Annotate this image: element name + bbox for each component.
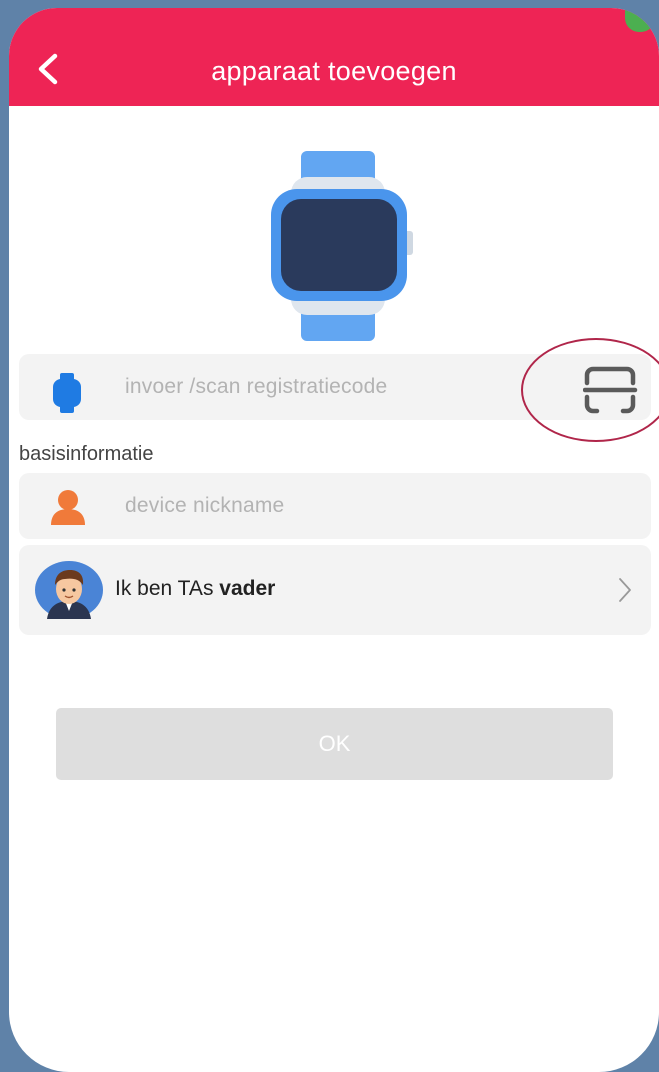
- scan-button[interactable]: [582, 365, 639, 415]
- registration-code-placeholder: invoer /scan registratiecode: [125, 375, 388, 398]
- nickname-field[interactable]: device nickname: [19, 473, 651, 539]
- relationship-selector[interactable]: Ik ben TAs vader: [19, 545, 651, 635]
- father-avatar: [35, 561, 103, 619]
- section-basic-info: basisinformatie: [19, 443, 154, 465]
- scan-qr-icon: [582, 366, 638, 414]
- person-icon: [51, 490, 85, 525]
- watch-icon: [53, 373, 81, 413]
- app-header: apparaat toevoegen: [9, 8, 659, 106]
- phone-screen: apparaat toevoegen invoer /scan registra…: [9, 8, 659, 1072]
- chevron-right-icon: [619, 578, 631, 602]
- relationship-value: vader: [219, 577, 276, 600]
- relationship-text: Ik ben TAs vader: [115, 577, 276, 600]
- registration-code-field[interactable]: invoer /scan registratiecode: [19, 354, 651, 420]
- nickname-placeholder: device nickname: [125, 494, 285, 517]
- page-title: apparaat toevoegen: [211, 56, 457, 86]
- ok-button[interactable]: OK: [56, 708, 613, 780]
- watch-illustration: [271, 151, 413, 341]
